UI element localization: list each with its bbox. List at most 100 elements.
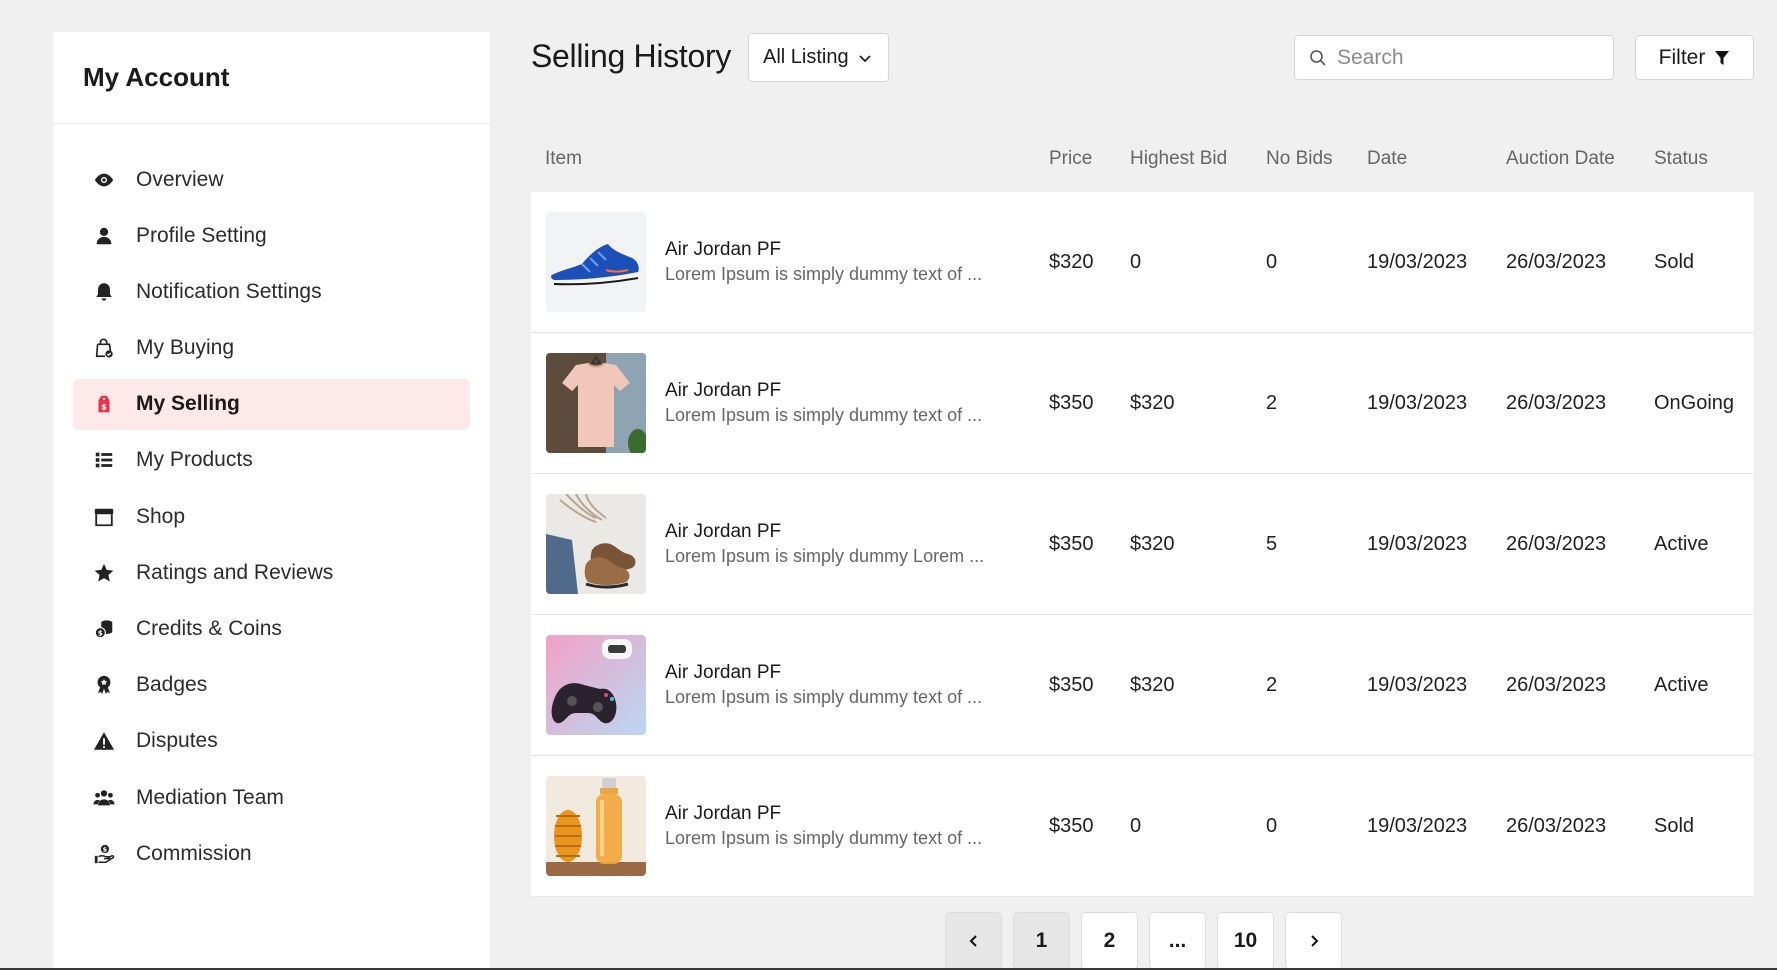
warning-icon	[91, 728, 117, 754]
item-status: Sold	[1654, 815, 1695, 837]
sidebar-item-mediation-team[interactable]: Mediation Team	[73, 772, 470, 823]
store-icon	[91, 504, 117, 530]
item-price: $350	[1049, 815, 1094, 837]
star-icon	[91, 560, 117, 586]
pagination: 1 2 ... 10	[945, 912, 1353, 970]
bell-icon	[91, 279, 117, 305]
item-auction-date: 26/03/2023	[1506, 533, 1607, 555]
item-highest-bid: $320	[1130, 392, 1175, 414]
table-row[interactable]: Air Jordan PF Lorem Ipsum is simply dumm…	[531, 474, 1754, 615]
sidebar-item-label: My Buying	[136, 336, 235, 360]
filter-button[interactable]: Filter	[1635, 35, 1754, 80]
column-header-auction-date: Auction Date	[1506, 148, 1615, 169]
sidebar-item-overview[interactable]: Overview	[73, 154, 470, 205]
page-button-10[interactable]: 10	[1217, 912, 1274, 970]
price-tag-icon: $	[91, 391, 117, 417]
item-price: $350	[1049, 533, 1094, 555]
column-header-date: Date	[1367, 148, 1408, 169]
next-page-button[interactable]	[1285, 912, 1342, 970]
item-highest-bid: $320	[1130, 533, 1175, 555]
search-input[interactable]	[1337, 45, 1597, 70]
search-icon	[1310, 49, 1326, 66]
product-image-blue-sneaker	[546, 212, 646, 312]
sidebar-item-label: Overview	[136, 167, 224, 191]
product-image-game-controller	[546, 635, 646, 735]
sidebar-item-shop[interactable]: Shop	[73, 491, 470, 542]
item-status: OnGoing	[1654, 392, 1735, 414]
prev-page-button[interactable]	[945, 912, 1002, 970]
column-header-no-bids: No Bids	[1266, 148, 1333, 169]
column-header-price: Price	[1049, 148, 1093, 169]
sidebar-item-label: My Selling	[136, 392, 240, 416]
sidebar-item-my-products[interactable]: My Products	[73, 435, 470, 486]
badge-icon	[91, 672, 117, 698]
sidebar-item-ratings-and-reviews[interactable]: Ratings and Reviews	[73, 547, 470, 598]
sidebar-item-label: My Products	[136, 448, 253, 472]
item-no-bids: 2	[1266, 674, 1278, 696]
table-row[interactable]: Air Jordan PF Lorem Ipsum is simply dumm…	[531, 615, 1754, 756]
table-row[interactable]: Air Jordan PF Lorem Ipsum is simply dumm…	[531, 192, 1754, 333]
product-image-pink-tshirt	[546, 353, 646, 453]
item-price: $350	[1049, 674, 1094, 696]
sidebar-item-profile-setting[interactable]: Profile Setting	[73, 210, 470, 261]
coins-icon: $	[91, 616, 117, 642]
filter-icon	[1715, 50, 1730, 65]
chevron-down-icon	[858, 54, 871, 62]
item-auction-date: 26/03/2023	[1506, 674, 1607, 696]
sidebar-header: My Account	[53, 32, 490, 124]
item-no-bids: 5	[1266, 533, 1278, 555]
item-name: Air Jordan PF	[665, 380, 782, 401]
table-row[interactable]: Air Jordan PF Lorem Ipsum is simply dumm…	[531, 756, 1754, 897]
listing-filter-dropdown[interactable]: All Listing	[748, 33, 889, 82]
item-description: Lorem Ipsum is simply dummy text of ...	[665, 405, 983, 425]
sidebar-nav: Overview Profile Setting Notification Se…	[73, 154, 470, 884]
page-button-1[interactable]: 1	[1013, 912, 1070, 970]
sidebar-item-my-selling[interactable]: $ My Selling	[73, 378, 470, 430]
item-name: Air Jordan PF	[665, 662, 782, 683]
sidebar-item-disputes[interactable]: Disputes	[73, 716, 470, 767]
table-header: Item Price Highest Bid No Bids Date Auct…	[531, 136, 1754, 192]
sidebar-item-label: Commission	[136, 841, 252, 865]
user-icon	[91, 223, 117, 249]
sidebar-item-credits-coins[interactable]: $ Credits & Coins	[73, 604, 470, 655]
page-ellipsis: ...	[1149, 912, 1206, 970]
item-date: 19/03/2023	[1367, 815, 1468, 837]
item-no-bids: 0	[1266, 815, 1278, 837]
item-price: $350	[1049, 392, 1094, 414]
selling-history-table: Air Jordan PF Lorem Ipsum is simply dumm…	[531, 192, 1754, 897]
item-date: 19/03/2023	[1367, 251, 1468, 273]
listing-filter-value: All Listing	[763, 46, 849, 68]
search-box[interactable]	[1294, 35, 1614, 80]
item-no-bids: 0	[1266, 251, 1278, 273]
sidebar-item-badges[interactable]: Badges	[73, 660, 470, 711]
sidebar-item-label: Badges	[136, 673, 208, 697]
table-row[interactable]: Air Jordan PF Lorem Ipsum is simply dumm…	[531, 333, 1754, 474]
column-header-highest-bid: Highest Bid	[1130, 148, 1228, 169]
team-icon	[91, 785, 117, 811]
item-status: Active	[1654, 533, 1709, 555]
eye-icon	[91, 167, 117, 193]
sidebar-item-label: Disputes	[136, 729, 218, 753]
item-description: Lorem Ipsum is simply dummy text of ...	[665, 264, 983, 284]
topbar: Selling History All Listing Filter	[531, 32, 1754, 82]
item-status: Active	[1654, 674, 1709, 696]
sidebar-item-label: Profile Setting	[136, 223, 267, 247]
item-name: Air Jordan PF	[665, 803, 782, 824]
item-highest-bid: 0	[1130, 815, 1142, 837]
sidebar-item-commission[interactable]: $ Commission	[73, 828, 470, 879]
page-button-2[interactable]: 2	[1081, 912, 1138, 970]
item-date: 19/03/2023	[1367, 533, 1468, 555]
item-auction-date: 26/03/2023	[1506, 815, 1607, 837]
product-image-brown-boots	[546, 494, 646, 594]
sidebar-item-label: Mediation Team	[136, 785, 284, 809]
svg-text:$: $	[98, 628, 103, 637]
sidebar-item-notification-settings[interactable]: Notification Settings	[73, 266, 470, 317]
sidebar-item-my-buying[interactable]: My Buying	[73, 323, 470, 374]
sidebar-title: My Account	[83, 62, 230, 92]
chevron-right-icon	[1310, 935, 1318, 947]
sidebar-item-label: Notification Settings	[136, 279, 322, 303]
sidebar-item-label: Credits & Coins	[136, 617, 282, 640]
shopping-bag-icon	[91, 335, 117, 361]
item-date: 19/03/2023	[1367, 674, 1468, 696]
svg-text:$: $	[103, 845, 108, 853]
